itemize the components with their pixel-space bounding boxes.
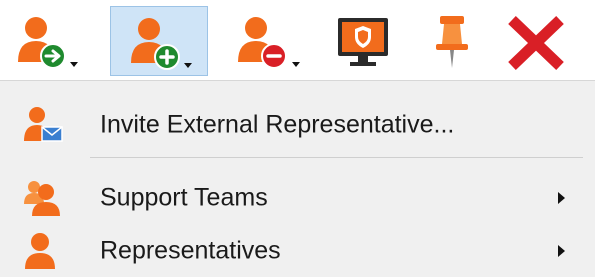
transfer-session-button[interactable] [8,6,106,76]
user-group-icon [24,181,60,216]
user-remove-icon [238,17,300,69]
menu-item-label: Invite External Representative... [100,110,455,139]
menu-item-representatives[interactable]: Representatives [0,222,595,280]
submenu-arrow-icon [558,245,565,257]
menu-item-label: Representatives [100,236,281,265]
user-transfer-icon [18,17,78,69]
user-add-icon [131,18,192,70]
menu-item-support-teams[interactable]: Support Teams [0,169,595,227]
submenu-arrow-icon [558,192,565,204]
menu-item-invite-external[interactable]: Invite External Representative... [0,96,595,154]
user-icon [25,233,55,269]
toolbar [0,0,595,80]
user-mail-icon [24,107,63,142]
close-icon [508,16,564,70]
menu-item-label: Support Teams [100,183,268,212]
remove-representative-button[interactable] [222,6,320,76]
invite-representative-button[interactable] [110,6,208,76]
menu-separator [90,157,583,158]
representative-menu: Invite External Representative... Suppor… [0,80,595,277]
close-button[interactable] [494,6,592,76]
